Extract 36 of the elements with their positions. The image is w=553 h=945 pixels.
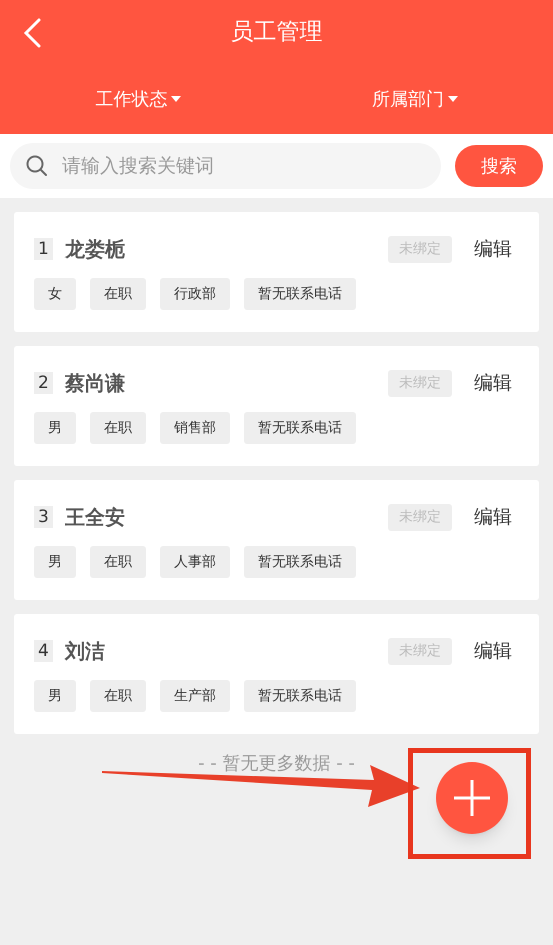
caret-icon	[171, 96, 182, 102]
back-icon[interactable]	[22, 18, 42, 48]
edit-button[interactable]: 编辑	[474, 636, 512, 666]
info-tag: 销售部	[160, 412, 230, 444]
edit-button[interactable]: 编辑	[474, 234, 512, 264]
info-tag: 男	[34, 546, 76, 578]
plus-icon	[452, 778, 492, 818]
edit-button[interactable]: 编辑	[474, 502, 512, 532]
info-tag: 男	[34, 680, 76, 712]
info-tag: 人事部	[160, 546, 230, 578]
info-tag: 女	[34, 278, 76, 310]
index-badge: 3	[34, 506, 53, 528]
info-tag: 暂无联系电话	[244, 278, 356, 310]
info-tag: 行政部	[160, 278, 230, 310]
index-badge: 2	[34, 372, 53, 394]
employee-name: 龙娄栀	[64, 236, 126, 263]
info-tag: 暂无联系电话	[244, 412, 356, 444]
search-field[interactable]: 请输入搜索关键词	[10, 143, 441, 189]
info-tag: 在职	[90, 412, 146, 444]
caret-icon	[448, 96, 458, 102]
employee-name: 蔡尚谦	[64, 370, 126, 397]
info-tag: 在职	[90, 680, 146, 712]
index-badge: 1	[34, 238, 53, 260]
employee-name: 王全安	[64, 504, 126, 531]
info-tag: 男	[34, 412, 76, 444]
index-badge: 4	[34, 640, 53, 662]
end-of-list-text: - - 暂无更多数据 - -	[198, 752, 355, 776]
search-icon	[26, 155, 48, 177]
employee-name: 刘洁	[64, 638, 106, 665]
info-tag: 在职	[90, 546, 146, 578]
edit-button[interactable]: 编辑	[474, 368, 512, 398]
info-tag: 暂无联系电话	[244, 546, 356, 578]
page-title: 员工管理	[230, 18, 322, 47]
info-tag: 在职	[90, 278, 146, 310]
info-tag: 暂无联系电话	[244, 680, 356, 712]
info-tag: 生产部	[160, 680, 230, 712]
